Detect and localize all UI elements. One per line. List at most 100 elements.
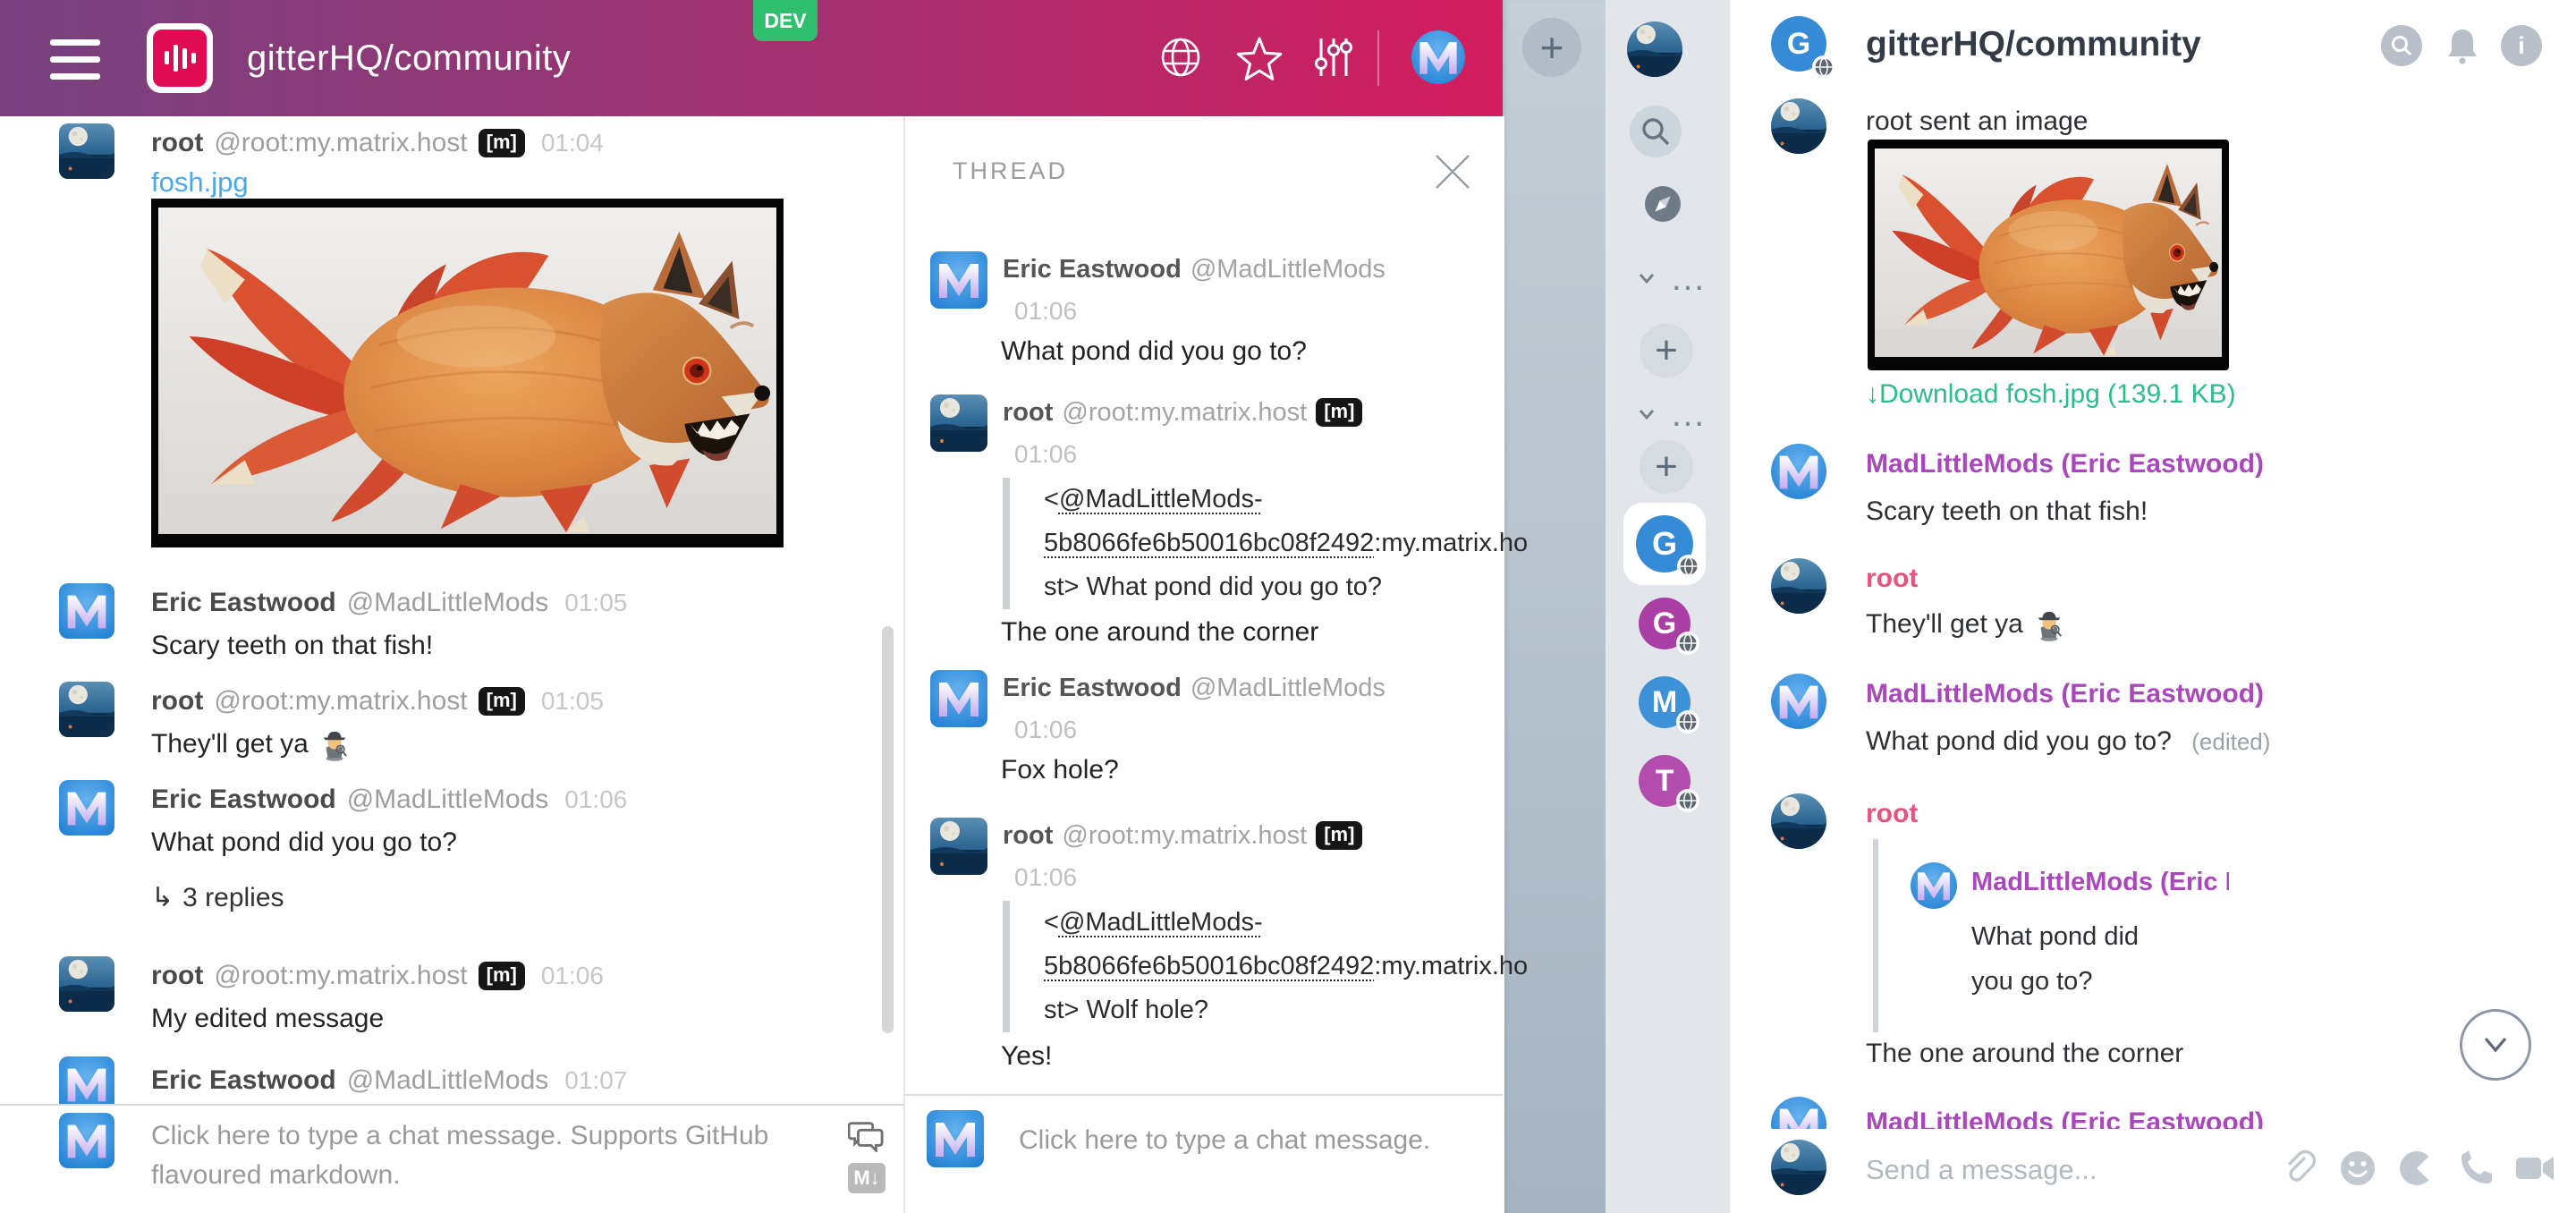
message-author[interactable]: Eric Eastwood xyxy=(151,1065,336,1097)
add-room-button[interactable]: + xyxy=(1640,440,1693,494)
message-author[interactable]: root xyxy=(1003,820,1053,851)
emoji-button[interactable] xyxy=(2338,1149,2377,1188)
compass-icon xyxy=(1645,186,1681,222)
avatar[interactable] xyxy=(59,583,114,639)
jump-to-bottom-button[interactable] xyxy=(2460,1009,2531,1081)
message-author[interactable]: root xyxy=(1003,397,1053,428)
element-composer: Send a message... xyxy=(1730,1129,2576,1213)
room-info-button[interactable]: i xyxy=(2501,25,2542,66)
explore-button[interactable] xyxy=(1645,186,1681,222)
avatar[interactable] xyxy=(930,394,987,452)
search-button[interactable] xyxy=(1630,106,1682,157)
settings-sliders-icon[interactable] xyxy=(1313,37,1356,80)
message-header: root @root:my.matrix.host [m] 01:04 xyxy=(151,127,604,160)
attachment-link[interactable]: fosh.jpg xyxy=(151,166,249,199)
thread-replies-link[interactable]: ↳ 3 replies xyxy=(151,882,284,913)
video-call-button[interactable] xyxy=(2513,1149,2556,1188)
search-button[interactable] xyxy=(2381,25,2422,66)
bridge-globe-badge xyxy=(1676,710,1699,734)
message-text: Fox hole? xyxy=(1001,755,1119,785)
detective-emoji-icon xyxy=(319,727,350,761)
message-input[interactable]: Send a message... xyxy=(1866,1154,2097,1186)
chat-mode-icon[interactable] xyxy=(848,1118,886,1152)
avatar[interactable] xyxy=(59,123,114,179)
thread-input[interactable]: Click here to type a chat message. xyxy=(1019,1121,1484,1160)
mention-link[interactable]: @MadLittleMods-5b8066fe6b50016bc08f2492 xyxy=(1044,485,1374,557)
message-time: 01:05 xyxy=(564,587,627,619)
user-avatar[interactable] xyxy=(1627,21,1682,77)
gitter-logo-icon xyxy=(153,30,207,87)
avatar[interactable] xyxy=(930,818,987,875)
sticker-button[interactable] xyxy=(2397,1149,2436,1188)
matrix-badge: [m] xyxy=(1316,821,1362,850)
chat-scrollbar[interactable] xyxy=(882,626,894,1033)
quoted-text[interactable]: What pond did you go to? xyxy=(1971,914,2173,1004)
message-header: root @root:my.matrix.host [m] xyxy=(1003,397,1362,429)
avatar[interactable] xyxy=(1771,558,1826,614)
message-author[interactable]: root xyxy=(151,685,203,717)
avatar[interactable] xyxy=(59,682,114,737)
message-time: 01:06 xyxy=(541,960,604,992)
message-author[interactable]: Eric Eastwood xyxy=(151,587,336,619)
close-icon[interactable] xyxy=(1429,148,1476,195)
avatar[interactable] xyxy=(59,780,114,836)
attachment-image[interactable] xyxy=(1868,140,2229,370)
message-author[interactable]: root xyxy=(151,960,203,992)
avatar[interactable] xyxy=(930,670,987,727)
quote-prefix: < xyxy=(1044,485,1059,513)
avatar[interactable] xyxy=(930,251,987,309)
thread-panel: THREAD Eric Eastwood @MadLittleMods 01:0… xyxy=(903,116,1504,1213)
message-author[interactable]: MadLittleMods (Eric Eastwood) xyxy=(1866,449,2264,479)
avatar[interactable] xyxy=(1771,98,1826,154)
markdown-icon[interactable]: M↓ xyxy=(848,1163,886,1193)
composer-avatar xyxy=(927,1110,984,1167)
room-letter: G xyxy=(1652,525,1677,563)
message-author[interactable]: Eric Eastwood xyxy=(1003,673,1182,703)
notifications-button[interactable] xyxy=(2442,25,2483,66)
message-author[interactable]: Eric Eastwood xyxy=(151,784,336,816)
info-icon: i xyxy=(2518,32,2525,60)
message-header: Eric Eastwood @MadLittleMods xyxy=(1003,254,1385,284)
message-handle: @MadLittleMods xyxy=(347,1065,549,1097)
avatar[interactable] xyxy=(1771,444,1826,499)
composer-avatar xyxy=(59,1113,114,1168)
avatar[interactable] xyxy=(1771,793,1826,849)
thread-title: THREAD xyxy=(953,157,1068,185)
composer-avatar xyxy=(1771,1140,1826,1195)
mention-link[interactable]: @MadLittleMods-5b8066fe6b50016bc08f2492 xyxy=(1044,908,1374,980)
chat-input[interactable]: Click here to type a chat message. Suppo… xyxy=(151,1116,822,1195)
emoji-icon xyxy=(2338,1149,2377,1188)
message-author[interactable]: root xyxy=(1866,564,1918,594)
matrix-badge: [m] xyxy=(479,962,525,990)
add-room-button[interactable]: + xyxy=(1640,324,1693,377)
voice-call-button[interactable] xyxy=(2456,1149,2496,1188)
message-header: Eric Eastwood @MadLittleMods 01:06 xyxy=(151,784,627,816)
add-space-button[interactable]: + xyxy=(1522,18,1581,77)
user-avatar[interactable] xyxy=(1411,30,1465,84)
message-author[interactable]: MadLittleMods (Eric Eastwood) xyxy=(1866,679,2264,709)
message-handle: @MadLittleMods xyxy=(1191,254,1385,284)
section-header[interactable]: … xyxy=(1636,265,1716,292)
message-author[interactable]: Eric Eastwood xyxy=(1003,254,1182,284)
avatar[interactable] xyxy=(1771,674,1826,729)
gitter-logo[interactable] xyxy=(147,23,213,93)
element-room-panel: G gitterHQ/community i root sent an imag… xyxy=(1730,0,2576,1213)
room-title: gitterHQ/community xyxy=(1866,25,2201,64)
message-author[interactable]: root xyxy=(151,127,203,159)
favourite-star-icon[interactable] xyxy=(1236,34,1279,77)
attach-button[interactable] xyxy=(2279,1149,2318,1188)
globe-icon[interactable] xyxy=(1159,36,1202,79)
section-header[interactable]: … xyxy=(1636,401,1716,428)
quoted-author[interactable]: MadLittleMods (Eric Eastwood) xyxy=(1971,868,2229,897)
bridge-globe-badge xyxy=(1677,555,1700,578)
avatar[interactable] xyxy=(59,956,114,1012)
quoted-avatar[interactable] xyxy=(1911,862,1957,909)
download-link[interactable]: ↓ Download fosh.jpg (139.1 KB) xyxy=(1866,379,2236,410)
attachment-image[interactable] xyxy=(151,199,784,547)
chevron-down-icon xyxy=(1636,267,1657,289)
quote-bar xyxy=(1873,839,1878,1032)
message-author[interactable]: root xyxy=(1866,799,1918,829)
message-text: Scary teeth on that fish! xyxy=(1866,494,2148,530)
menu-button[interactable] xyxy=(0,36,152,89)
edited-marker[interactable]: (edited) xyxy=(2191,728,2270,755)
